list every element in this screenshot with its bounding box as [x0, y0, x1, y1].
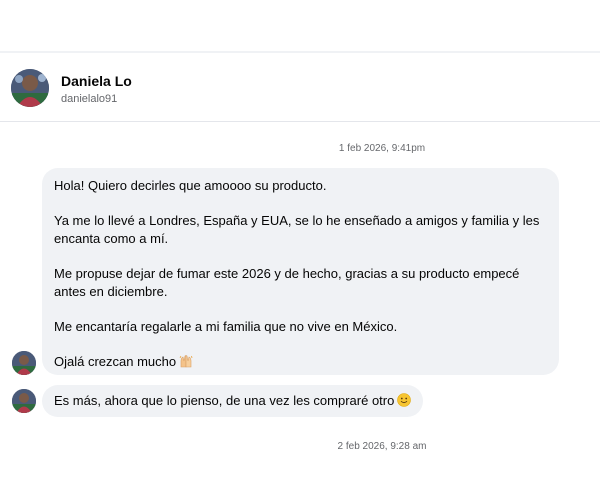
- contact-name[interactable]: Daniela Lo: [61, 73, 132, 89]
- header-divider: [0, 121, 600, 122]
- message-text: Es más, ahora que lo pienso, de una vez …: [54, 393, 395, 408]
- contact-handle: danielalo91: [61, 93, 118, 105]
- conversation-header: Daniela Lo danielalo91: [0, 53, 600, 121]
- sender-avatar[interactable]: [12, 389, 36, 413]
- contact-avatar[interactable]: [11, 69, 49, 107]
- chat-window: Daniela Lo danielalo91 1 feb 2026, 9:41p…: [0, 0, 600, 500]
- message-bubble[interactable]: Es más, ahora que lo pienso, de una vez …: [42, 385, 424, 417]
- message-line: Me encantaría regalarle a mi familia que…: [54, 319, 398, 334]
- message-timestamp: 2 feb 2026, 9:28 am: [337, 441, 427, 451]
- raising-hands-icon: [179, 354, 193, 373]
- message-bubble[interactable]: Hola! Quiero decirles que amoooo su prod…: [42, 168, 559, 375]
- message-line: Hola! Quiero decirles que amoooo su prod…: [54, 178, 327, 193]
- message-line-with-emoji: Ojalá crezcan mucho: [54, 353, 547, 373]
- top-bar: [0, 0, 600, 52]
- smiling-face-icon: [397, 393, 412, 412]
- message-line: Ojalá crezcan mucho: [54, 354, 177, 369]
- message-line: Ya me lo llevé a Londres, España y EUA, …: [54, 213, 540, 246]
- message-line: Me propuse dejar de fumar este 2026 y de…: [54, 266, 520, 299]
- sender-avatar[interactable]: [12, 351, 36, 375]
- message-timestamp: 1 feb 2026, 9:41pm: [338, 143, 426, 154]
